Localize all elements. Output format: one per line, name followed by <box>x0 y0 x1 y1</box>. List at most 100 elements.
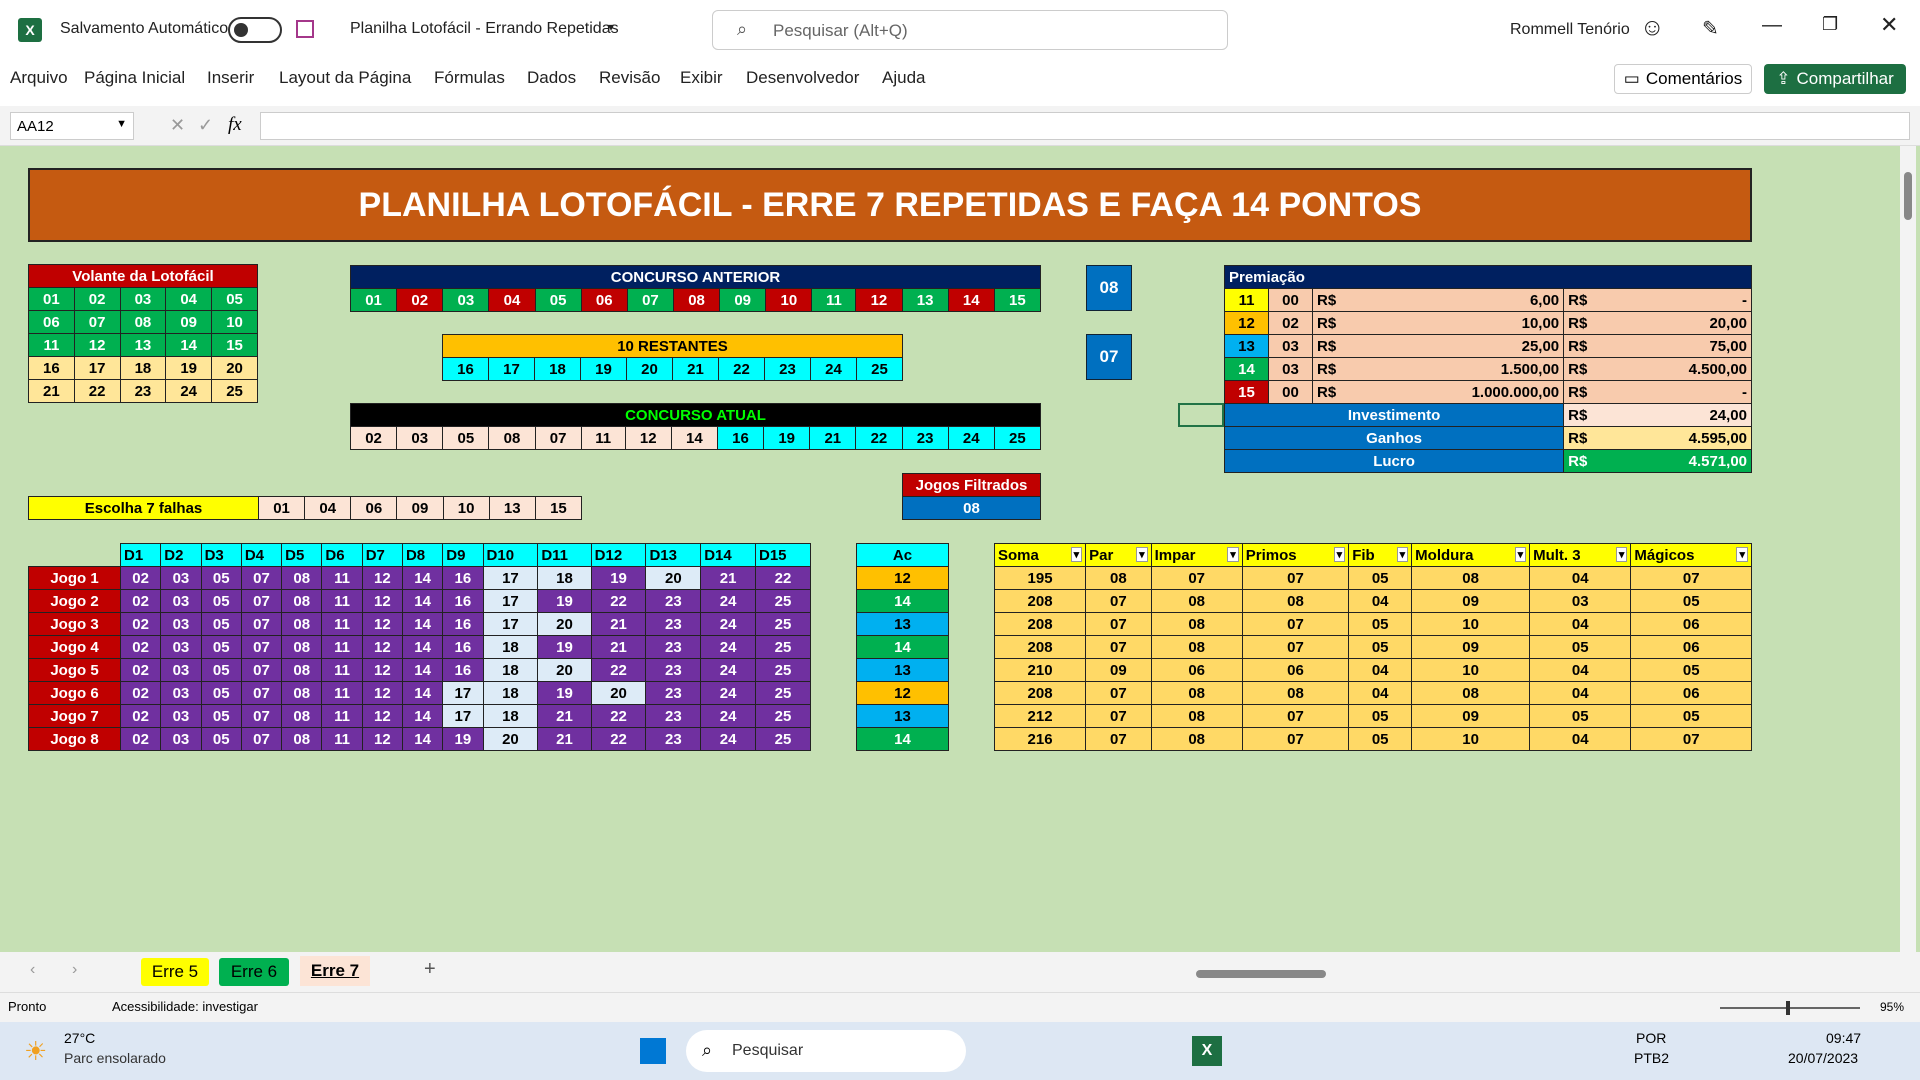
autosave-toggle[interactable] <box>228 17 282 43</box>
tab-inserir[interactable]: Inserir <box>207 68 254 88</box>
function-icon[interactable]: fx <box>228 114 242 136</box>
user-name[interactable]: Rommell Tenório <box>1510 21 1630 39</box>
game-number: 17 <box>482 612 539 636</box>
premio-total: - <box>1615 380 1753 404</box>
cancel-icon[interactable]: ✕ <box>170 115 185 136</box>
stats-header[interactable]: Fib ▾ <box>1348 543 1413 567</box>
stats-header[interactable]: Par ▾ <box>1085 543 1152 567</box>
table-row: 216 07 08 07 05 10 04 07 <box>993 727 1752 751</box>
close-icon[interactable]: ✕ <box>1880 12 1898 38</box>
filter-dropdown-icon[interactable]: ▾ <box>1514 546 1527 562</box>
row-label: Jogo 1 <box>28 566 121 590</box>
column-header: D6 <box>321 543 363 567</box>
tab-arquivo[interactable]: Arquivo <box>10 68 68 88</box>
filter-dropdown-icon[interactable]: ▾ <box>1227 546 1239 562</box>
next-sheet-icon[interactable]: › <box>72 961 77 979</box>
stats-value: 07 <box>1241 566 1350 590</box>
tab-layout[interactable]: Layout da Página <box>279 68 411 88</box>
stats-header[interactable]: Moldura ▾ <box>1411 543 1531 567</box>
formula-input[interactable] <box>260 112 1910 140</box>
stats-header[interactable]: Impar ▾ <box>1150 543 1243 567</box>
stats-header[interactable]: Mult. 3 ▾ <box>1529 543 1632 567</box>
stats-value: 07 <box>1241 727 1350 751</box>
avatar[interactable]: ☺ <box>1640 14 1665 42</box>
chevron-down-icon[interactable]: ▾ <box>608 20 614 34</box>
filter-dropdown-icon[interactable]: ▾ <box>1070 546 1083 562</box>
comments-button[interactable]: ▭ Comentários <box>1614 64 1752 94</box>
stats-header[interactable]: Soma ▾ <box>993 543 1087 567</box>
stats-value: 09 <box>1411 704 1531 728</box>
currency: R$ <box>1311 380 1364 404</box>
document-title[interactable]: Planilha Lotofácil - Errando Repetidas <box>350 20 619 38</box>
horizontal-scroll-thumb[interactable] <box>1196 970 1326 978</box>
stats-header[interactable]: Mágicos ▾ <box>1630 543 1752 567</box>
tab-pagina-inicial[interactable]: Página Inicial <box>84 68 185 88</box>
windows-start-icon[interactable] <box>640 1038 666 1064</box>
lang-secondary[interactable]: PTB2 <box>1634 1050 1669 1066</box>
premio-row: 15 00 R$ 1.000.000,00 R$ - <box>1224 380 1753 404</box>
game-number: 05 <box>200 635 242 659</box>
game-number: 12 <box>361 681 403 705</box>
tab-dados[interactable]: Dados <box>527 68 576 88</box>
tab-revisao[interactable]: Revisão <box>599 68 660 88</box>
save-icon[interactable] <box>296 20 314 38</box>
clock-date[interactable]: 20/07/2023 <box>1788 1050 1858 1066</box>
stats-header[interactable]: Primos ▾ <box>1241 543 1350 567</box>
scroll-thumb[interactable] <box>1904 172 1912 220</box>
clock-time[interactable]: 09:47 <box>1826 1030 1861 1046</box>
game-number: 05 <box>200 727 242 751</box>
vertical-scrollbar[interactable] <box>1900 146 1916 952</box>
premio-qty: 03 <box>1268 357 1313 381</box>
restore-icon[interactable]: ❐ <box>1822 14 1838 35</box>
accessibility-status[interactable]: Acessibilidade: investigar <box>112 999 258 1014</box>
sheet-tab-erre5[interactable]: Erre 5 <box>141 958 209 986</box>
filter-dropdown-icon[interactable]: ▾ <box>1615 546 1628 562</box>
column-header: D5 <box>281 543 323 567</box>
sheet-tab-erre7[interactable]: Erre 7 <box>300 956 370 986</box>
add-sheet-icon[interactable]: + <box>424 958 436 981</box>
filter-dropdown-icon[interactable]: ▾ <box>1333 546 1346 562</box>
tab-ajuda[interactable]: Ajuda <box>882 68 925 88</box>
search-placeholder: Pesquisar (Alt+Q) <box>773 21 908 40</box>
zoom-level[interactable]: 95% <box>1880 1000 1904 1014</box>
game-number: 25 <box>755 681 811 705</box>
filter-dropdown-icon[interactable]: ▾ <box>1396 546 1409 562</box>
game-number: 24 <box>700 589 756 613</box>
filter-dropdown-icon[interactable]: ▾ <box>1736 546 1748 562</box>
filter-dropdown-icon[interactable]: ▾ <box>1136 546 1148 562</box>
name-box[interactable]: AA12 ▼ <box>10 112 134 140</box>
search-box[interactable]: ⌕ Pesquisar (Alt+Q) <box>712 10 1228 50</box>
sheet-tab-erre6[interactable]: Erre 6 <box>219 958 289 986</box>
selected-cell[interactable] <box>1178 403 1224 427</box>
tab-formulas[interactable]: Fórmulas <box>434 68 505 88</box>
taskbar-search[interactable]: ⌕ Pesquisar <box>686 1030 966 1072</box>
game-number: 20 <box>590 681 647 705</box>
share-button[interactable]: ⇪ Compartilhar <box>1764 64 1906 94</box>
pen-icon[interactable]: ✎ <box>1702 16 1719 41</box>
zoom-slider[interactable] <box>1720 1001 1860 1015</box>
check-icon[interactable]: ✓ <box>198 115 213 136</box>
tab-exibir[interactable]: Exibir <box>680 68 723 88</box>
game-number: 07 <box>240 727 283 751</box>
anterior-number: 09 <box>719 288 767 312</box>
lang-primary[interactable]: POR <box>1636 1030 1666 1046</box>
falhas-table[interactable]: Escolha 7 falhas 01 04 06 09 10 13 15 <box>28 496 583 520</box>
status-bar: Pronto Acessibilidade: investigar 95% <box>0 992 1920 1022</box>
restante-number: 16 <box>442 357 489 381</box>
weather-icon[interactable]: ☀ <box>24 1036 47 1067</box>
prev-sheet-icon[interactable]: ‹ <box>30 961 35 979</box>
worksheet[interactable]: PLANILHA LOTOFÁCIL - ERRE 7 REPETIDAS E … <box>0 146 1920 952</box>
premio-points: 14 <box>1224 357 1269 381</box>
game-number: 12 <box>361 635 403 659</box>
acertos-value: 14 <box>856 589 949 613</box>
tab-desenvolvedor[interactable]: Desenvolvedor <box>746 68 859 88</box>
game-number: 24 <box>700 635 756 659</box>
game-number: 25 <box>755 727 811 751</box>
stats-value: 08 <box>1150 681 1243 705</box>
premio-total: 75,00 <box>1615 334 1753 358</box>
atual-number: 03 <box>396 426 444 450</box>
game-number: 19 <box>537 635 592 659</box>
excel-taskbar-icon[interactable]: X <box>1192 1036 1222 1066</box>
minimize-icon[interactable]: — <box>1762 14 1782 37</box>
search-icon: ⌕ <box>737 19 748 39</box>
